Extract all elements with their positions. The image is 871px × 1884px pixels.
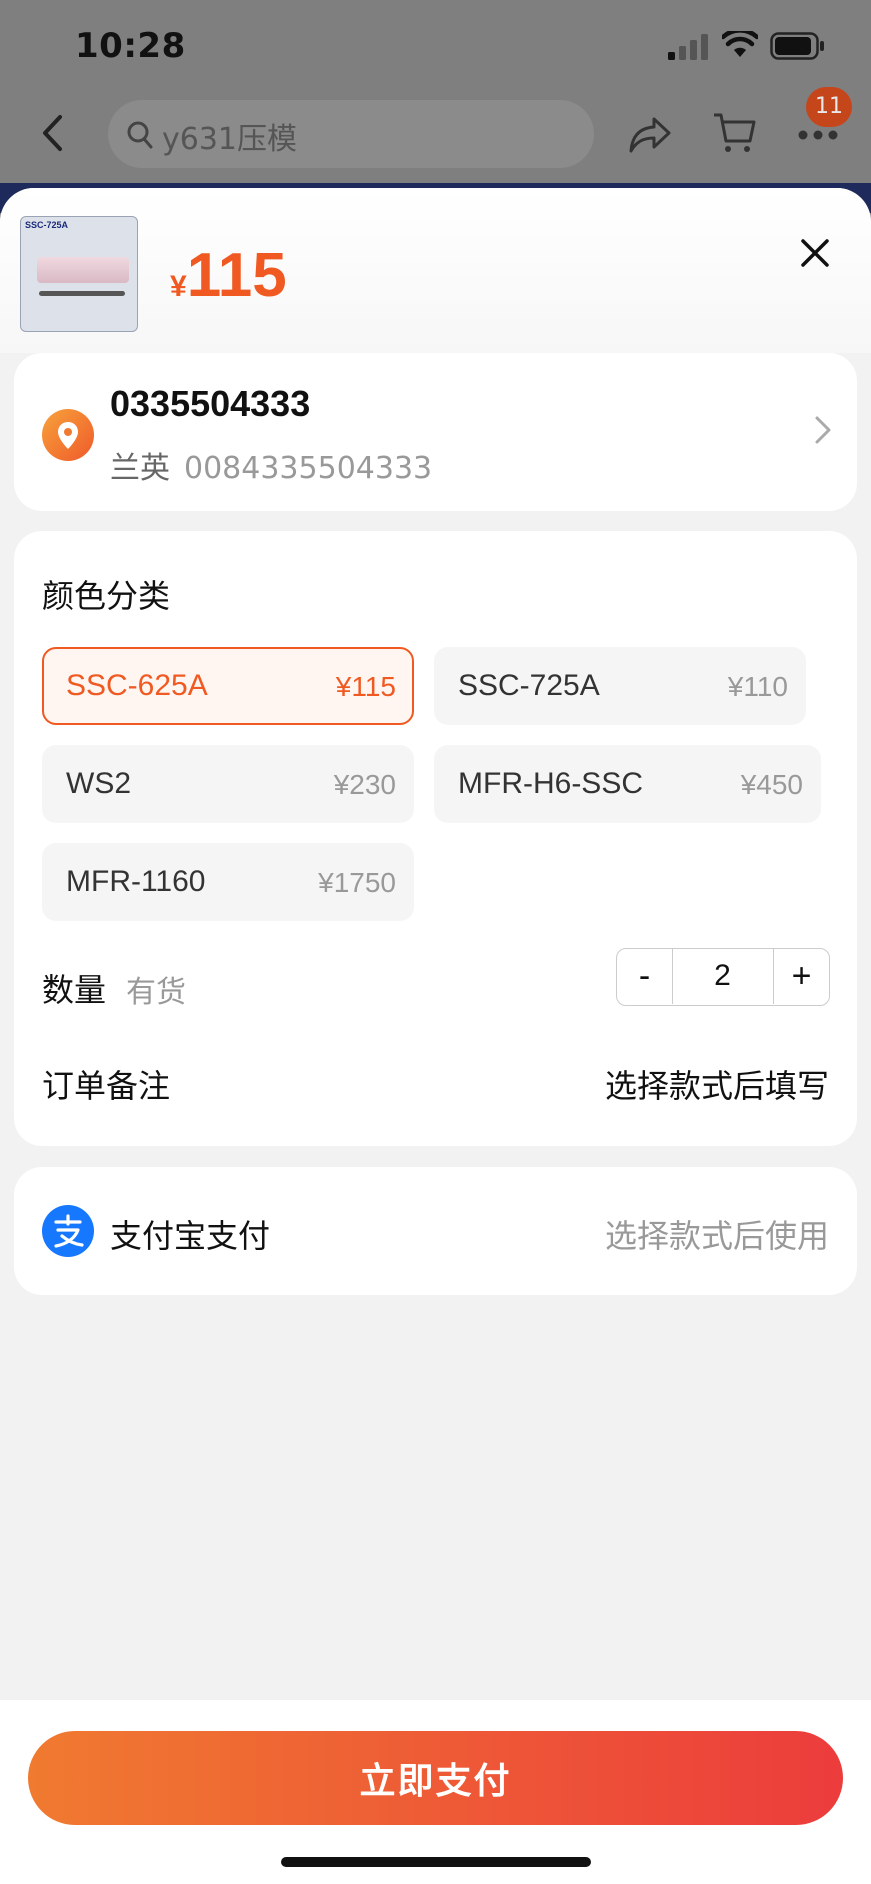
option-price: ¥230 [333, 769, 396, 800]
search-text: y631压模 [162, 122, 298, 157]
options-title: 颜色分类 [42, 577, 171, 615]
option-mfr-1160[interactable]: MFR-1160 ¥1750 [42, 843, 414, 921]
status-bar: 10:28 [0, 0, 871, 95]
sheet-header: SSC-725A ¥115 [0, 188, 871, 353]
product-thumbnail[interactable]: SSC-725A [20, 216, 138, 332]
payment-hint: 选择款式后使用 [604, 1217, 829, 1255]
address-recipient: 兰英 0084335504333 [110, 443, 432, 487]
location-pin-icon [42, 409, 94, 461]
option-mfr-h6-ssc[interactable]: MFR-H6-SSC ¥450 [434, 745, 821, 823]
battery-icon [770, 32, 824, 60]
quantity-stepper: - 2 + [616, 948, 830, 1006]
thumbnail-label: SSC-725A [25, 220, 69, 230]
option-ws2[interactable]: WS2 ¥230 [42, 745, 414, 823]
recipient-name: 兰英 [110, 451, 170, 486]
stock-status: 有货 [126, 975, 186, 1010]
option-price: ¥110 [727, 671, 788, 702]
option-price: ¥450 [740, 769, 803, 800]
option-name: MFR-1160 [66, 865, 206, 898]
back-arrow-icon[interactable] [40, 113, 64, 153]
footer-bar: 立即支付 [0, 1700, 871, 1884]
wifi-icon [722, 31, 758, 57]
notification-badge: 11 [806, 87, 852, 127]
cellular-signal-icon [668, 34, 708, 60]
search-icon [127, 121, 153, 149]
home-indicator [281, 1857, 591, 1867]
decrease-button[interactable]: - [617, 949, 673, 1004]
alipay-icon [42, 1205, 94, 1257]
recipient-number: 0084335504333 [184, 451, 433, 486]
option-price: ¥1750 [318, 867, 396, 898]
payment-method-label: 支付宝支付 [110, 1217, 271, 1255]
order-note-label: 订单备注 [42, 1067, 171, 1105]
nav-bar: y631压模 11 [0, 87, 871, 185]
option-ssc-725a[interactable]: SSC-725A ¥110 [434, 647, 806, 725]
increase-button[interactable]: + [773, 949, 829, 1004]
status-time: 10:28 [75, 26, 186, 66]
order-note-action[interactable]: 选择款式后填写 [605, 1061, 829, 1107]
sku-sheet: SSC-725A ¥115 0335504333 兰英 0084335504333 [0, 188, 871, 1884]
option-name: MFR-H6-SSC [458, 767, 643, 800]
pay-now-button[interactable]: 立即支付 [28, 1731, 843, 1825]
thumbnail-rod [39, 291, 125, 296]
quantity-label: 数量 [42, 971, 107, 1009]
cart-icon[interactable] [712, 111, 756, 155]
options-card: 颜色分类 SSC-625A ¥115 SSC-725A ¥110 WS2 ¥23… [14, 531, 857, 1146]
price-value: 115 [186, 241, 287, 310]
option-name: WS2 [66, 767, 132, 800]
option-ssc-625a[interactable]: SSC-625A ¥115 [42, 647, 414, 725]
option-name: SSC-725A [458, 669, 600, 702]
option-name: SSC-625A [66, 669, 208, 702]
payment-card[interactable]: 支付宝支付 选择款式后使用 [14, 1167, 857, 1295]
more-icon[interactable] [798, 129, 838, 141]
search-box[interactable]: y631压模 [108, 100, 594, 168]
quantity-value[interactable]: 2 [673, 949, 772, 1004]
share-icon[interactable] [628, 115, 672, 155]
close-icon[interactable] [800, 238, 830, 268]
address-card[interactable]: 0335504333 兰英 0084335504333 [14, 353, 857, 511]
address-phone: 0335504333 [110, 383, 311, 424]
chevron-right-icon [815, 416, 831, 444]
thumbnail-tube [37, 257, 129, 283]
price-currency: ¥ [170, 270, 187, 303]
product-price: ¥115 [170, 240, 287, 311]
option-price: ¥115 [335, 671, 396, 702]
